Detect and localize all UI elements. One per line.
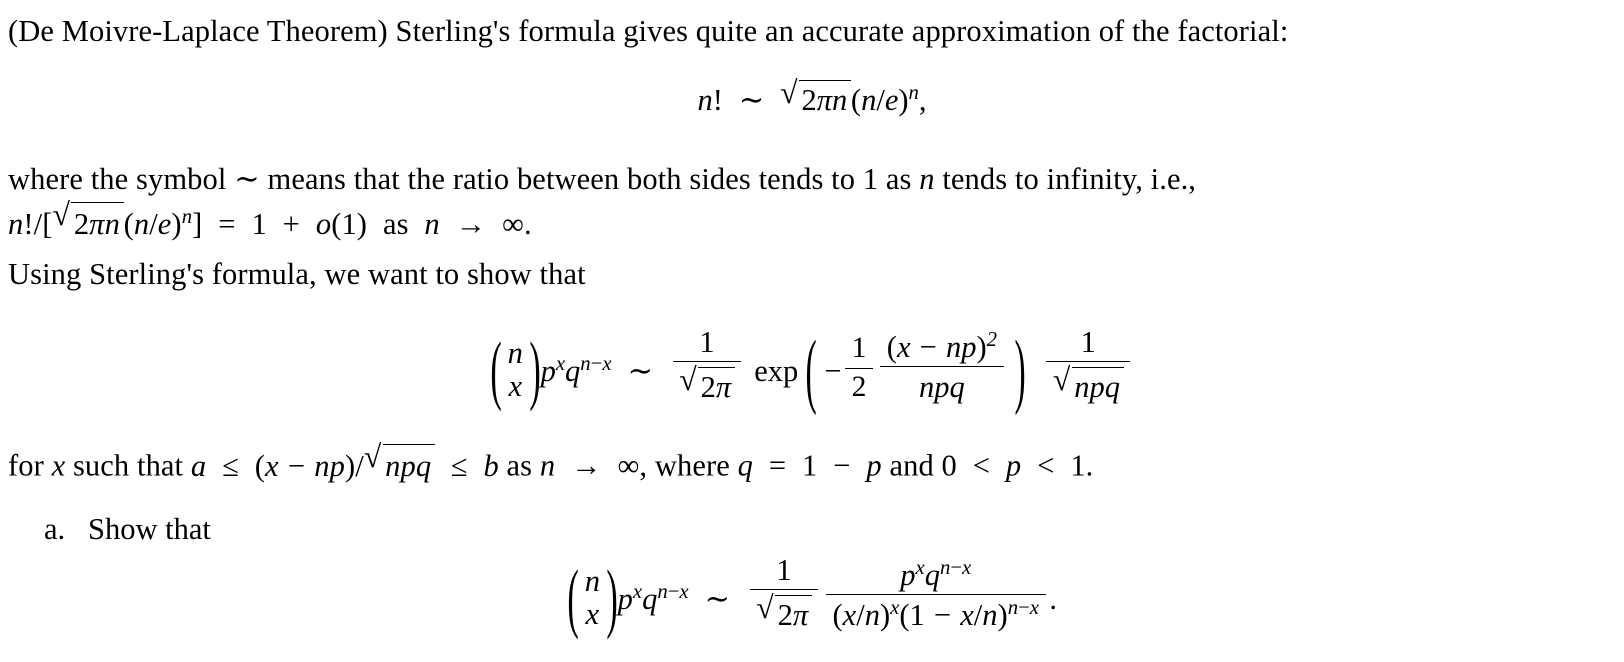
sqrt-npq-inline: √ npq [363, 438, 435, 486]
stirling-paren-open: ( [850, 82, 862, 117]
sqrt-2pi: √ 2π [756, 589, 812, 632]
less-equal-2: ≤ [450, 448, 468, 483]
sqrt-2pi: √ 2π [679, 361, 735, 404]
using-formula-text: Using Sterling's formula, we want to sho… [8, 257, 586, 291]
for-x-condition-line: for x such that a ≤ (x − np)/√ npq ≤ b as n → ∞, … [8, 440, 1616, 486]
radical-icon: √ [756, 589, 774, 625]
for-text-a: for [8, 448, 52, 483]
exp-operator: exp [754, 353, 799, 388]
as-text: as [382, 206, 409, 241]
q-exponent: n−x [580, 352, 612, 375]
stirling-factorial: ! [712, 82, 723, 117]
stirling-ratio-expression: n!/[√ 2πn (n/e)n] = 1 + o(1) as n → ∞. [8, 198, 532, 241]
where-paragraph-line2: n!/[√ 2πn (n/e)n] = 1 + o(1) as n → ∞. [8, 198, 1616, 244]
less-equal-1: ≤ [222, 448, 239, 483]
ratio-denominator: (x/n)x(1− x/n)n−x [825, 593, 1046, 632]
stirling-radicand: 2πn [799, 79, 851, 118]
stirling-paren-close: ) [898, 82, 909, 117]
variance-fraction: (x − np)2 npq [880, 328, 1004, 404]
paren-left-big: ( [567, 554, 579, 642]
where-text-a: where the symbol [8, 162, 235, 196]
radical-icon: √ [1052, 361, 1071, 397]
intro-text: Sterling's formula gives quite an accura… [395, 14, 1289, 48]
paren-left-big: ( [489, 326, 502, 414]
condition-expression: a ≤ (x − np)/√ npq ≤ b [191, 440, 499, 483]
list-item: a. Show that [44, 512, 211, 547]
stirling-tilde: ∼ [738, 82, 765, 117]
one-half: 12 [845, 332, 873, 404]
equation-item-a: (n x) pxqn−x ∼ 1 √ 2π pxqn−x (x/n)x(1− x/n)n−x. [0, 553, 1624, 642]
intro-paragraph: (De Moivre-Laplace Theorem) Sterling's f… [8, 12, 1616, 51]
binom-stack: nx [504, 336, 527, 404]
using-formula-line: Using Sterling's formula, we want to sho… [8, 255, 1616, 294]
list-item-text: Show that [88, 512, 211, 546]
item-a-period: . [1049, 581, 1057, 616]
paren-right-big: ) [529, 326, 541, 414]
bracket-close: ] [192, 206, 203, 241]
stirling-sqrt: √ 2πn [780, 74, 851, 118]
q-exponent: n−x [657, 580, 689, 603]
main-minus: − [824, 353, 842, 388]
item-a-expression: (n x) pxqn−x ∼ 1 √ 2π pxqn−x (x/n)x(1− x/n)n−x. [567, 553, 1057, 642]
as-text: as [498, 448, 540, 483]
paren-right-big: ) [606, 554, 618, 642]
main-tilde: ∼ [627, 353, 653, 388]
paren-close-big: ) [1014, 323, 1026, 418]
list-item-label: a. [44, 512, 66, 546]
infinity-icon: ∞ [502, 206, 524, 241]
where-paragraph-line1: where the symbol ∼ means that the ratio … [8, 160, 1616, 199]
where-text: , where [639, 448, 738, 483]
radical-icon: √ [679, 361, 697, 397]
sqrt-npq: √ npq [1052, 361, 1124, 404]
arrow-icon: → [455, 206, 487, 241]
equation-stirling: n! ∼ √ 2πn (n/e)n, [0, 74, 1624, 118]
binom-top: n [584, 564, 600, 599]
ratio-sqrt: √ 2πn [52, 196, 124, 244]
and-text: and [881, 448, 942, 483]
ratio-radicand: 2πn [71, 201, 124, 244]
ratio-numerator: pxqn−x [900, 556, 972, 592]
binom-stack: nx [581, 564, 604, 632]
binomial-coefficient: (n x) [567, 560, 618, 637]
item-a-tilde: ∼ [704, 581, 731, 616]
ratio-fraction: pxqn−x (x/n)x(1− x/n)n−x [825, 556, 1046, 632]
where-text-c: tends to infinity, i.e., [934, 162, 1197, 196]
stirling-comma: , [918, 82, 927, 117]
where-text-b: means that the ratio between both sides … [259, 162, 920, 196]
radical-icon: √ [363, 438, 382, 474]
variance-numerator: (x − np)2 [886, 328, 998, 364]
document-page: (De Moivre-Laplace Theorem) Sterling's f… [0, 0, 1624, 662]
binom-top: n [507, 336, 523, 371]
variance-denominator: npq [880, 365, 1004, 404]
for-text-b: such that [65, 448, 191, 483]
one-over-sqrt-2pi: 1 √ 2π [672, 325, 742, 404]
where-tilde: ∼ [234, 162, 260, 196]
binom-bottom: x [508, 369, 523, 404]
main-expression: (n x) pxqn−x ∼ 1 √ 2π exp(−1 2 (x − np)2 npq) 1 √ npq [490, 324, 1134, 417]
paren-open-big: ( [805, 323, 817, 418]
radical-icon: √ [52, 196, 70, 232]
arrow-icon: → [571, 448, 602, 483]
theorem-name: (De Moivre-Laplace Theorem) [8, 14, 388, 48]
one-over-sqrt-2pi: 1 √ 2π [749, 553, 819, 632]
where-var-n: n [919, 162, 935, 196]
equation-main: (n x) pxqn−x ∼ 1 √ 2π exp(−1 2 (x − np)2 npq) 1 √ npq [0, 324, 1624, 417]
binomial-coefficient: (n x) [490, 332, 541, 409]
stirling-expression: n! ∼ √ 2πn (n/e)n, [697, 74, 927, 117]
bracket-open: [ [42, 206, 53, 241]
radical-icon: √ [780, 74, 798, 110]
binom-bottom: x [585, 597, 600, 632]
infinity-icon: ∞ [617, 448, 640, 483]
stirling-exponent: n [908, 81, 919, 104]
one-over-sqrt-npq: 1 √ npq [1046, 325, 1131, 404]
stirling-n: n [697, 82, 713, 117]
